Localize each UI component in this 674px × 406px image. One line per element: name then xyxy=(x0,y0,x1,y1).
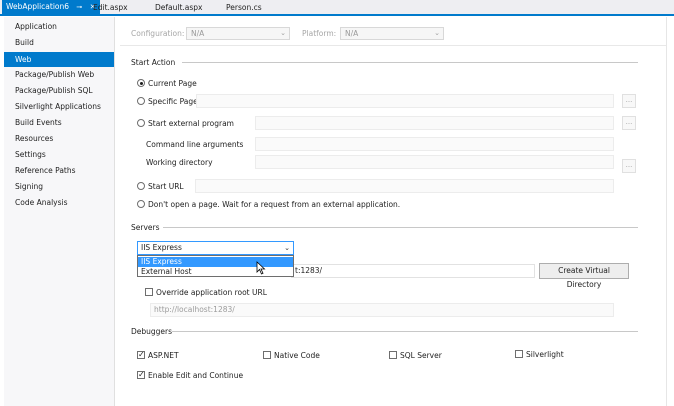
chevron-down-icon: ⌄ xyxy=(284,244,290,252)
server-option-iis-express[interactable]: IIS Express xyxy=(138,257,293,267)
start-url-input[interactable] xyxy=(195,179,614,193)
start-action-title: Start Action xyxy=(131,58,176,67)
native-code-label: Native Code xyxy=(274,351,320,360)
external-program-browse-button[interactable]: ... xyxy=(622,116,636,130)
server-option-external-host[interactable]: External Host xyxy=(138,267,293,277)
property-page-nav: Application Build Web Package/Publish We… xyxy=(4,17,114,406)
sidebar-item-build-events[interactable]: Build Events xyxy=(4,115,114,130)
configuration-select[interactable]: N/A ⌄ xyxy=(186,27,290,40)
override-url-value: http://localhost:1283/ xyxy=(154,305,235,314)
tab-label: WebApplication6 xyxy=(6,2,70,11)
sidebar-item-package-publish-sql[interactable]: Package/Publish SQL xyxy=(4,83,114,98)
chevron-down-icon: ⌄ xyxy=(434,29,440,37)
platform-value: N/A xyxy=(345,29,359,38)
edit-continue-checkbox[interactable]: ✓ xyxy=(137,371,145,379)
working-directory-browse-button[interactable]: ... xyxy=(622,159,636,173)
external-program-radio[interactable] xyxy=(137,119,145,127)
mouse-pointer-icon xyxy=(256,261,266,275)
platform-select[interactable]: N/A ⌄ xyxy=(340,27,444,40)
dont-open-page-radio[interactable] xyxy=(137,200,145,208)
tab-person-cs[interactable]: Person.cs xyxy=(222,2,266,14)
servers-title: Servers xyxy=(131,223,160,232)
debuggers-title: Debuggers xyxy=(131,327,173,336)
sidebar-item-reference-paths[interactable]: Reference Paths xyxy=(4,163,114,178)
silverlight-checkbox[interactable] xyxy=(515,350,523,358)
sidebar-item-settings[interactable]: Settings xyxy=(4,147,114,162)
sidebar-item-resources[interactable]: Resources xyxy=(4,131,114,146)
specific-page-browse-button[interactable]: ... xyxy=(622,94,636,108)
servers-rule xyxy=(163,227,638,228)
override-root-checkbox[interactable] xyxy=(145,288,153,296)
chevron-down-icon: ⌄ xyxy=(280,29,286,37)
sidebar-item-signing[interactable]: Signing xyxy=(4,179,114,194)
native-code-checkbox[interactable] xyxy=(263,351,271,359)
tab-default-aspx[interactable]: Default.aspx xyxy=(151,2,207,14)
aspnet-checkbox[interactable]: ✓ xyxy=(137,351,145,359)
working-directory-label: Working directory xyxy=(146,158,213,167)
dont-open-page-label: Don't open a page. Wait for a request fr… xyxy=(148,200,401,209)
tab-edit-aspx[interactable]: Edit.aspx xyxy=(89,2,132,14)
tab-label: Edit.aspx xyxy=(93,3,128,12)
platform-label: Platform: xyxy=(302,29,337,38)
configuration-value: N/A xyxy=(191,29,205,38)
server-dropdown-list: IIS Express External Host xyxy=(137,255,294,277)
start-url-label: Start URL xyxy=(148,182,184,191)
current-page-radio[interactable] xyxy=(137,79,145,87)
specific-page-label: Specific Page xyxy=(148,97,198,106)
tab-label: Default.aspx xyxy=(155,3,203,12)
project-url-input[interactable]: t:1283/ xyxy=(291,264,535,278)
configuration-label: Configuration: xyxy=(131,29,185,38)
create-virtual-directory-button[interactable]: Create Virtual Directory xyxy=(539,263,629,289)
server-select[interactable]: IIS Express ⌄ xyxy=(137,241,294,255)
start-action-rule xyxy=(182,62,638,63)
page-border xyxy=(666,17,667,406)
pin-icon[interactable]: ⊸ xyxy=(76,3,82,11)
start-url-radio[interactable] xyxy=(137,182,145,190)
aspnet-label: ASP.NET xyxy=(148,351,179,360)
override-root-label: Override application root URL xyxy=(156,288,267,297)
silverlight-label: Silverlight xyxy=(526,350,564,359)
sql-server-checkbox[interactable] xyxy=(389,351,397,359)
sidebar-item-application[interactable]: Application xyxy=(4,19,114,34)
sidebar-item-package-publish-web[interactable]: Package/Publish Web xyxy=(4,67,114,82)
sidebar-item-code-analysis[interactable]: Code Analysis xyxy=(4,195,114,210)
debuggers-rule xyxy=(172,331,638,332)
edit-continue-label: Enable Edit and Continue xyxy=(148,371,244,380)
override-url-input[interactable]: http://localhost:1283/ xyxy=(150,303,614,317)
project-url-value: t:1283/ xyxy=(295,266,323,275)
config-divider xyxy=(120,45,666,46)
sidebar-item-build[interactable]: Build xyxy=(4,35,114,50)
nav-divider xyxy=(114,17,115,406)
tab-label: Person.cs xyxy=(226,3,262,12)
tab-webapplication6[interactable]: WebApplication6 ⊸ ✕ xyxy=(2,0,100,14)
working-directory-input[interactable] xyxy=(255,155,614,169)
external-program-input[interactable] xyxy=(255,116,614,130)
command-line-input[interactable] xyxy=(255,137,614,151)
current-page-label: Current Page xyxy=(148,79,197,88)
specific-page-input[interactable] xyxy=(196,94,614,108)
sidebar-item-web[interactable]: Web xyxy=(4,52,114,67)
sidebar-item-silverlight-applications[interactable]: Silverlight Applications xyxy=(4,99,114,114)
sql-server-label: SQL Server xyxy=(400,351,442,360)
server-select-value: IIS Express xyxy=(141,243,182,252)
specific-page-radio[interactable] xyxy=(137,97,145,105)
external-program-label: Start external program xyxy=(148,119,234,128)
command-line-label: Command line arguments xyxy=(146,140,244,149)
document-tab-strip: WebApplication6 ⊸ ✕ Edit.aspx Default.as… xyxy=(0,0,674,16)
